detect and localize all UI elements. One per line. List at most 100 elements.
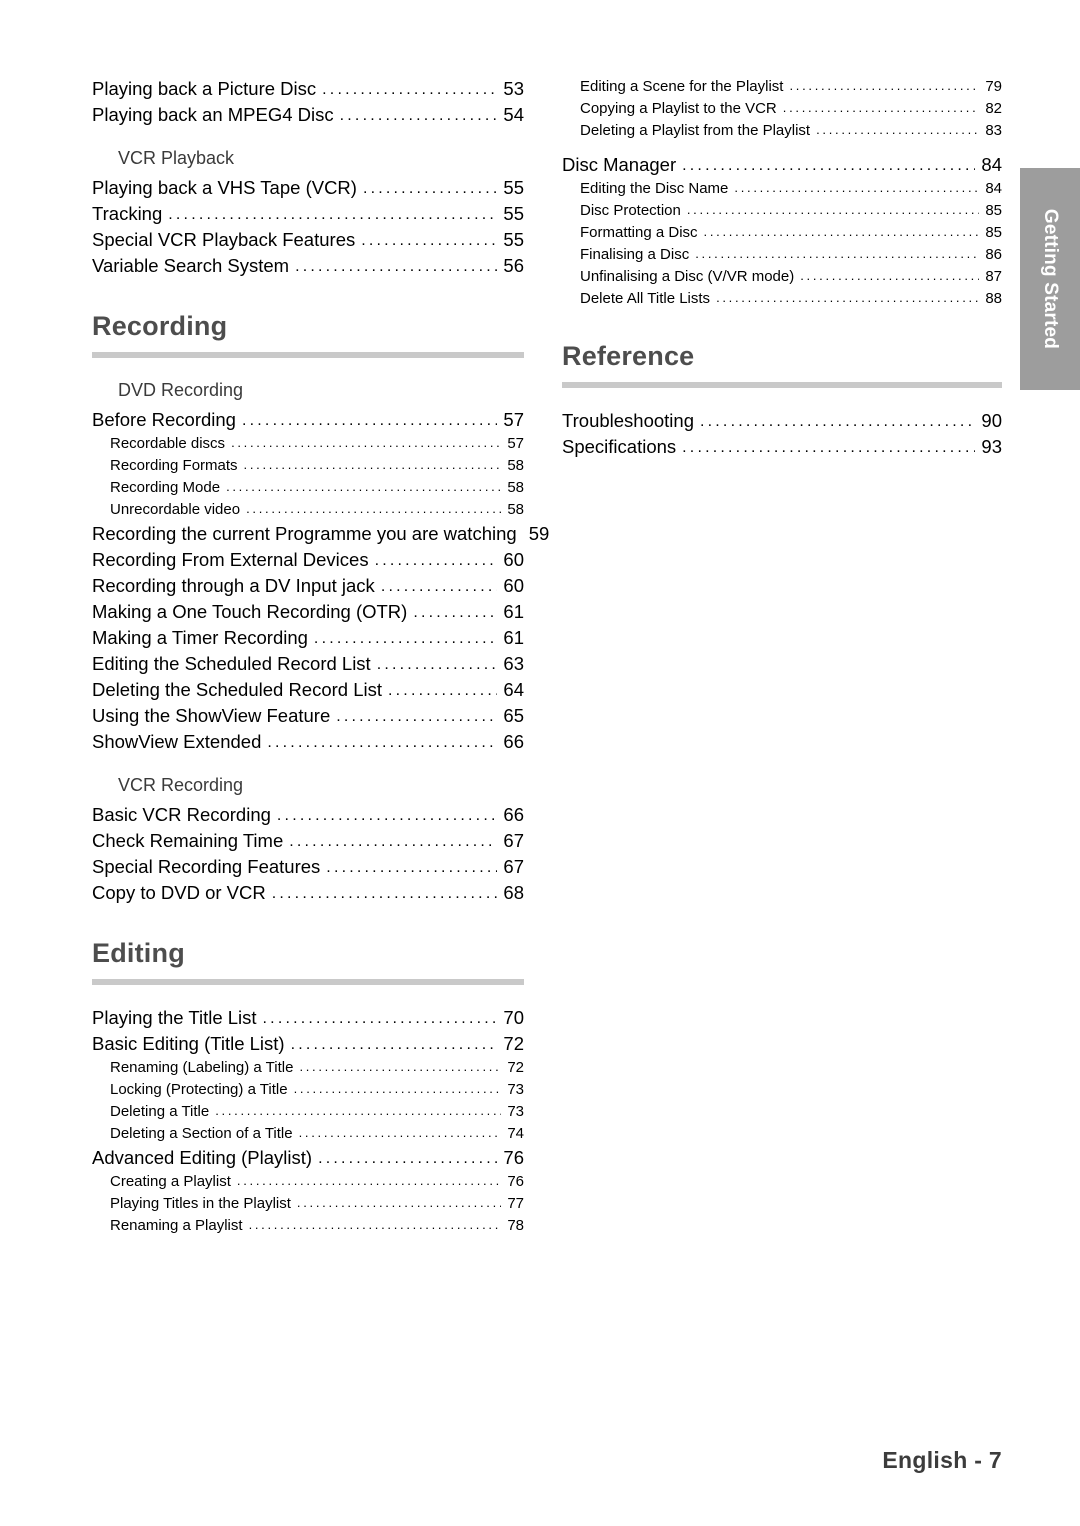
toc-entry[interactable]: Disc Protection.........................…	[580, 202, 1002, 219]
toc-entry[interactable]: Renaming (Labeling) a Title.............…	[110, 1059, 524, 1076]
toc-entry-label: Playing the Title List	[92, 1007, 257, 1028]
toc-leader-dots: ........................................…	[703, 224, 980, 239]
toc-entry-label: Basic Editing (Title List)	[92, 1033, 285, 1054]
toc-entry[interactable]: ShowView Extended.......................…	[92, 731, 524, 753]
toc-entry[interactable]: Disc Manager............................…	[562, 154, 1002, 176]
toc-group-disc-playback-continued: Playing back a Picture Disc.............…	[92, 78, 524, 126]
toc-entry[interactable]: Deleting the Scheduled Record List......…	[92, 679, 524, 701]
toc-entry[interactable]: Deleting a Playlist from the Playlist...…	[580, 122, 1002, 139]
section-reference: Reference	[562, 341, 1002, 388]
toc-entry[interactable]: Recordable discs........................…	[110, 435, 524, 452]
section-heading-reference: Reference	[562, 341, 695, 371]
toc-entry[interactable]: Editing the Disc Name...................…	[580, 180, 1002, 197]
toc-entry[interactable]: Recording Mode..........................…	[110, 479, 524, 496]
toc-entry[interactable]: Before Recording........................…	[92, 409, 524, 431]
toc-entry[interactable]: Editing the Scheduled Record List.......…	[92, 653, 524, 675]
toc-entry[interactable]: Playing back a Picture Disc.............…	[92, 78, 524, 100]
section-editing: Editing	[92, 938, 524, 985]
toc-leader-dots: ........................................…	[376, 656, 498, 673]
toc-entry[interactable]: Recording Formats.......................…	[110, 457, 524, 474]
toc-entry[interactable]: Special Recording Features..............…	[92, 856, 524, 878]
toc-entry[interactable]: Playing back an MPEG4 Disc..............…	[92, 104, 524, 126]
toc-entry-page-number: 61	[503, 601, 524, 622]
toc-entry-page-number: 63	[503, 653, 524, 674]
toc-entry[interactable]: Delete All Title Lists..................…	[580, 290, 1002, 307]
toc-entry[interactable]: Copy to DVD or VCR......................…	[92, 882, 524, 904]
toc-entry[interactable]: Unrecordable video......................…	[110, 501, 524, 518]
toc-entry-page-number: 55	[503, 203, 524, 224]
toc-leader-dots: ........................................…	[361, 232, 497, 249]
entry-list-dvd-recording: Before Recording........................…	[92, 409, 549, 753]
toc-entry-label: Deleting a Playlist from the Playlist	[580, 122, 811, 139]
toc-entry[interactable]: Making a One Touch Recording (OTR)......…	[92, 601, 524, 623]
toc-left-column: Playing back a Picture Disc.............…	[92, 78, 549, 1239]
toc-entry[interactable]: Formatting a Disc.......................…	[580, 224, 1002, 241]
toc-entry-label: Recordable discs	[110, 435, 226, 452]
toc-entry-page-number: 58	[507, 501, 524, 518]
toc-entry[interactable]: Using the ShowView Feature..............…	[92, 705, 524, 727]
toc-entry[interactable]: Creating a Playlist.....................…	[110, 1173, 524, 1190]
toc-entry-page-number: 60	[503, 575, 524, 596]
toc-entry[interactable]: Advanced Editing (Playlist).............…	[92, 1147, 524, 1169]
toc-leader-dots: ........................................…	[262, 1010, 498, 1027]
toc-leader-dots: ........................................…	[241, 412, 497, 429]
toc-entry[interactable]: Check Remaining Time....................…	[92, 830, 524, 852]
toc-entry[interactable]: Copying a Playlist to the VCR...........…	[580, 100, 1002, 117]
toc-entry[interactable]: Making a Timer Recording................…	[92, 627, 524, 649]
toc-entry-page-number: 53	[503, 78, 524, 99]
toc-entry[interactable]: Troubleshooting.........................…	[562, 410, 1002, 432]
toc-entry[interactable]: Playing back a VHS Tape (VCR)...........…	[92, 177, 524, 199]
toc-entry[interactable]: Renaming a Playlist.....................…	[110, 1217, 524, 1234]
toc-entry[interactable]: Playing Titles in the Playlist..........…	[110, 1195, 524, 1212]
toc-entry-page-number: 68	[503, 882, 524, 903]
group-heading-vcr-recording: VCR Recording	[118, 775, 244, 795]
toc-entry[interactable]: Finalising a Disc.......................…	[580, 246, 1002, 263]
toc-entry-label: Recording From External Devices	[92, 549, 369, 570]
toc-entry-label: Troubleshooting	[562, 410, 694, 431]
toc-entry[interactable]: Recording through a DV Input jack.......…	[92, 575, 524, 597]
toc-entry-page-number: 77	[507, 1195, 524, 1212]
toc-entry-page-number: 87	[985, 268, 1002, 285]
toc-entry-label: Deleting a Title	[110, 1103, 210, 1120]
toc-leader-dots: ........................................…	[293, 1081, 502, 1096]
toc-entry[interactable]: Specifications..........................…	[562, 436, 1002, 458]
toc-entry-page-number: 70	[503, 1007, 524, 1028]
toc-entry[interactable]: Locking (Protecting) a Title............…	[110, 1081, 524, 1098]
toc-entry-page-number: 55	[503, 177, 524, 198]
toc-entry[interactable]: Deleting a Title........................…	[110, 1103, 524, 1120]
toc-entry-page-number: 72	[503, 1033, 524, 1054]
toc-entry-page-number: 56	[503, 255, 524, 276]
toc-entry-page-number: 67	[503, 856, 524, 877]
toc-leader-dots: ........................................…	[800, 268, 979, 283]
toc-entry-page-number: 74	[507, 1125, 524, 1142]
toc-entry-label: Unfinalising a Disc (V/VR mode)	[580, 268, 795, 285]
toc-entry-label: Recording the current Programme you are …	[92, 523, 517, 544]
toc-leader-dots: ........................................…	[313, 630, 498, 647]
toc-leader-dots: ........................................…	[336, 708, 498, 725]
toc-entry-page-number: 86	[985, 246, 1002, 263]
toc-leader-dots: ........................................…	[226, 479, 502, 494]
toc-entry-label: Playing Titles in the Playlist	[110, 1195, 291, 1212]
toc-entry[interactable]: Variable Search System..................…	[92, 255, 524, 277]
section-rule-editing	[92, 979, 524, 985]
toc-leader-dots: ........................................…	[380, 578, 498, 595]
toc-entry[interactable]: Editing a Scene for the Playlist........…	[580, 78, 1002, 95]
toc-leader-dots: ........................................…	[682, 157, 975, 174]
toc-entry[interactable]: Special VCR Playback Features...........…	[92, 229, 524, 251]
toc-leader-dots: ........................................…	[734, 180, 980, 195]
toc-entry[interactable]: Basic VCR Recording.....................…	[92, 804, 524, 826]
toc-entry[interactable]: Unfinalising a Disc (V/VR mode).........…	[580, 268, 1002, 285]
toc-entry-page-number: 83	[985, 122, 1002, 139]
entry-list-playlist: Editing a Scene for the Playlist........…	[562, 78, 1002, 139]
toc-leader-dots: ........................................…	[248, 1217, 502, 1232]
toc-entry[interactable]: Recording the current Programme you are …	[92, 523, 549, 545]
entry-list-top: Playing back a Picture Disc.............…	[92, 78, 524, 126]
toc-entry[interactable]: Deleting a Section of a Title...........…	[110, 1125, 524, 1142]
toc-entry[interactable]: Basic Editing (Title List)..............…	[92, 1033, 524, 1055]
toc-entry-page-number: 79	[985, 78, 1002, 95]
toc-entry[interactable]: Recording From External Devices.........…	[92, 549, 524, 571]
toc-entry-label: Editing the Scheduled Record List	[92, 653, 371, 674]
toc-entry[interactable]: Playing the Title List..................…	[92, 1007, 524, 1029]
toc-entry[interactable]: Tracking................................…	[92, 203, 524, 225]
toc-entry-label: Advanced Editing (Playlist)	[92, 1147, 313, 1168]
